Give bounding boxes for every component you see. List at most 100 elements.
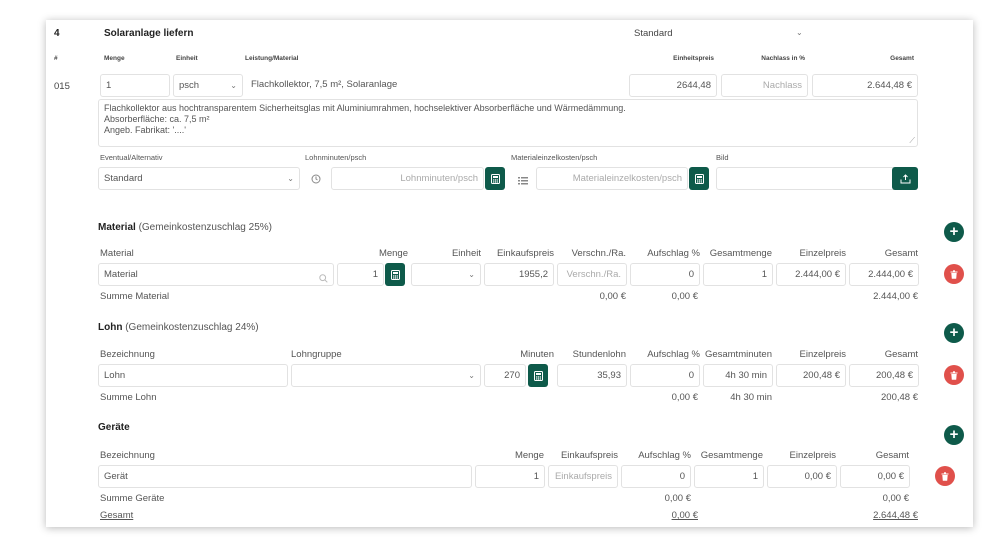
position-number: 4 <box>54 28 60 39</box>
lohnminuten-input[interactable]: Lohnminuten/psch <box>331 167 484 190</box>
calculator-button[interactable] <box>385 263 405 286</box>
description-textarea[interactable]: Flachkollektor aus hochtransparentem Sic… <box>98 99 918 147</box>
lohn-stundenlohn-input[interactable]: 35,93 <box>557 364 627 387</box>
geraete-col-gesamt: Gesamt <box>875 450 909 461</box>
material-gesamtmenge-output: 1 <box>703 263 773 286</box>
geraete-section-title: Geräte <box>98 422 130 433</box>
bild-input[interactable] <box>716 167 918 190</box>
lohn-subtitle: (Gemeinkostenzuschlag 24%) <box>125 322 259 333</box>
nachlass-placeholder: Nachlass <box>762 80 802 91</box>
calculator-button[interactable] <box>689 167 709 190</box>
material-section-title: Material (Gemeinkostenzuschlag 25%) <box>98 222 272 233</box>
geraet-einzelpreis-output: 0,00 € <box>767 465 837 488</box>
geraet-bezeichnung-input[interactable]: Gerät <box>98 465 472 488</box>
material-verschn-input[interactable]: Verschn./Ra. <box>557 263 627 286</box>
add-lohn-button[interactable]: + <box>944 323 964 343</box>
delete-lohn-button[interactable] <box>944 365 964 385</box>
lohn-einzelpreis-output: 200,48 € <box>776 364 846 387</box>
calculator-button[interactable] <box>485 167 505 190</box>
leistung-input[interactable]: Flachkollektor, 7,5 m², Solaranlage <box>246 74 626 97</box>
description-line: Absorberfläche: ca. 7,5 m² <box>104 114 210 124</box>
description-line: Flachkollektor aus hochtransparentem Sic… <box>104 103 626 113</box>
geraet-einkaufspreis-input[interactable]: Einkaufspreis <box>548 465 618 488</box>
trash-icon <box>941 471 949 481</box>
lohn-summe-gesamt: 200,48 € <box>881 392 918 403</box>
mat-col-aufschlag: Aufschlag % <box>647 248 700 259</box>
material-einzelpreis-output: 2.444,00 € <box>776 263 846 286</box>
menge-input[interactable]: 1 <box>100 74 170 97</box>
position-title[interactable]: Solaranlage liefern <box>104 28 193 39</box>
mat-col-einheit: Einheit <box>451 248 481 259</box>
add-geraet-button[interactable]: + <box>944 425 964 445</box>
mat-col-verschn: Verschn./Ra. <box>571 248 626 259</box>
delete-geraet-button[interactable] <box>935 466 955 486</box>
material-summe-verschn: 0,00 € <box>599 291 626 302</box>
plus-icon: + <box>949 426 959 443</box>
lohn-col-stundenlohn: Stundenlohn <box>572 349 626 360</box>
material-summe-gesamt: 2.444,00 € <box>873 291 918 302</box>
geraete-col-einkaufspreis: Einkaufspreis <box>560 450 618 461</box>
lohnminuten-label: Lohnminuten/psch <box>305 153 367 162</box>
geraete-col-bezeichnung: Bezeichnung <box>100 450 155 461</box>
material-menge-input[interactable]: 1 <box>337 263 384 286</box>
clock-icon <box>311 171 321 189</box>
chevron-down-icon: ⌄ <box>468 270 475 279</box>
mat-col-einzelpreis: Einzelpreis <box>799 248 846 259</box>
mat-col-menge: Menge <box>378 248 408 259</box>
lohn-col-gesamt: Gesamt <box>884 349 918 360</box>
lohn-aufschlag-input[interactable]: 0 <box>630 364 700 387</box>
calculator-button[interactable] <box>528 364 548 387</box>
col-nachlass: Nachlass in % <box>761 55 805 62</box>
materialkosten-input[interactable]: Materialeinzelkosten/psch <box>536 167 688 190</box>
lohnminuten-placeholder: Lohnminuten/psch <box>400 173 478 184</box>
geraet-menge-input[interactable]: 1 <box>475 465 545 488</box>
lohn-title: Lohn <box>98 322 123 333</box>
einheitspreis-input[interactable]: 2644,48 <box>629 74 717 97</box>
material-summe-label: Summe Material <box>100 291 170 302</box>
search-icon <box>319 270 328 285</box>
variant-select[interactable]: Standard ⌄ <box>634 28 814 42</box>
material-summe-aufschlag: 0,00 € <box>671 291 698 302</box>
materialkosten-placeholder: Materialeinzelkosten/psch <box>572 173 682 184</box>
description-line: Angeb. Fabrikat: '....' <box>104 125 186 135</box>
lohn-gesamt-output: 200,48 € <box>849 364 919 387</box>
resize-handle-icon[interactable]: ⟋ <box>909 135 915 146</box>
lohngruppe-select[interactable]: ⌄ <box>291 364 481 387</box>
eventual-select[interactable]: Standard ⌄ <box>98 167 300 190</box>
plus-icon: + <box>949 223 959 240</box>
einheit-select[interactable]: psch ⌄ <box>173 74 243 97</box>
mat-col-gesamt: Gesamt <box>884 248 918 259</box>
add-material-button[interactable]: + <box>944 222 964 242</box>
list-icon <box>518 172 528 190</box>
nachlass-input[interactable]: Nachlass <box>721 74 808 97</box>
lohn-bezeichnung-input[interactable]: Lohn <box>98 364 288 387</box>
variant-select-value: Standard <box>634 28 673 39</box>
mat-col-gesamtmenge: Gesamtmenge <box>709 248 772 259</box>
trash-icon <box>950 370 958 380</box>
geraete-summe-gesamt: 0,00 € <box>882 493 909 504</box>
total-label: Gesamt <box>100 510 134 521</box>
upload-button[interactable] <box>892 167 918 190</box>
lohn-col-minuten: Minuten <box>520 349 554 360</box>
calculator-icon <box>694 173 704 184</box>
col-leistung: Leistung/Material <box>245 55 299 62</box>
material-gesamt-output: 2.444,00 € <box>849 263 919 286</box>
chevron-down-icon: ⌄ <box>796 28 803 37</box>
delete-material-button[interactable] <box>944 264 964 284</box>
geraet-aufschlag-input[interactable]: 0 <box>621 465 691 488</box>
mat-col-einkaufspreis: Einkaufspreis <box>496 248 554 259</box>
eventual-label: Eventual/Alternativ <box>100 153 163 162</box>
material-einkaufspreis-input[interactable]: 1955,2 <box>484 263 554 286</box>
material-aufschlag-input[interactable]: 0 <box>630 263 700 286</box>
bild-label: Bild <box>716 153 729 162</box>
calculator-icon <box>490 173 500 184</box>
lohn-gesamtminuten-output: 4h 30 min <box>703 364 773 387</box>
lohn-minuten-input[interactable]: 270 <box>484 364 526 387</box>
material-einheit-select[interactable]: ⌄ <box>411 263 481 286</box>
total-aufschlag: 0,00 € <box>671 510 698 521</box>
col-gesamt: Gesamt <box>890 55 914 62</box>
col-einheit: Einheit <box>176 55 198 62</box>
materialkosten-label: Materialeinzelkosten/psch <box>511 153 598 162</box>
material-search-input[interactable]: Material <box>98 263 334 286</box>
upload-icon <box>900 173 910 183</box>
